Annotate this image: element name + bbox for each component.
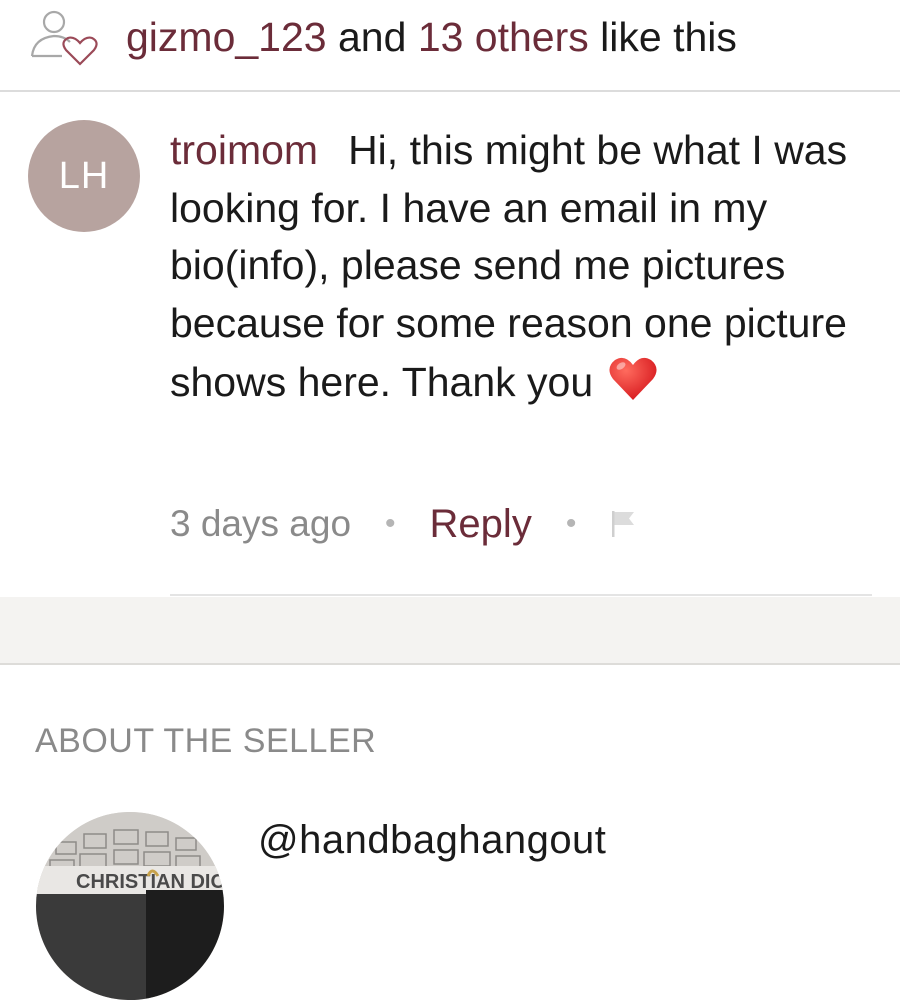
liker-link[interactable]: gizmo_123: [126, 14, 327, 60]
likes-suffix: like this: [600, 14, 737, 60]
people-heart-icon[interactable]: [26, 6, 102, 66]
comment-author-link[interactable]: troimom: [170, 127, 318, 173]
likes-summary: gizmo_123 and 13 others like this: [126, 12, 737, 62]
commenter-avatar[interactable]: LH: [28, 120, 140, 232]
comment-timestamp: 3 days ago: [170, 503, 352, 544]
flag-icon[interactable]: [610, 509, 638, 539]
section-spacer: [0, 597, 900, 665]
reply-button[interactable]: Reply: [430, 502, 532, 547]
seller-avatar-image: CHRISTIAN DIOR: [36, 812, 224, 1000]
red-heart-emoji: [609, 357, 657, 400]
likes-bar: gizmo_123 and 13 others like this: [0, 0, 900, 92]
comment-meta: 3 days ago • Reply •: [170, 494, 638, 554]
about-seller-heading: ABOUT THE SELLER: [35, 722, 377, 760]
others-link[interactable]: 13 others: [418, 14, 589, 60]
likes-connector: and: [337, 14, 407, 60]
seller-avatar[interactable]: CHRISTIAN DIOR: [36, 812, 224, 1000]
comment-divider: [170, 594, 872, 596]
comment-item: LH troimom Hi, this might be what I was l…: [0, 92, 900, 597]
seller-handle[interactable]: @handbaghangout: [258, 818, 606, 863]
meta-separator: •: [385, 507, 396, 540]
comment-body: troimom Hi, this might be what I was look…: [170, 122, 890, 412]
meta-separator: •: [565, 507, 577, 540]
